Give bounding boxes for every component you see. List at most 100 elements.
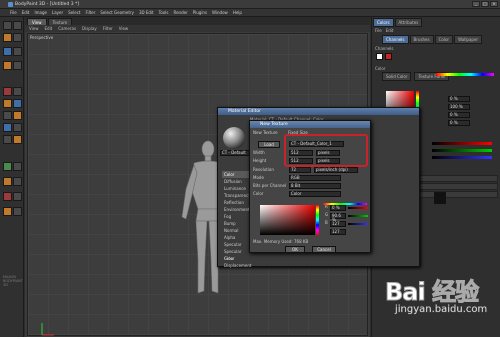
menu-render[interactable]: Render [173, 10, 187, 15]
menu-file[interactable]: File [10, 10, 17, 15]
menu-help[interactable]: Help [233, 10, 242, 15]
clone-icon[interactable] [3, 99, 12, 108]
pen-tool-icon[interactable] [13, 111, 22, 120]
channel-item[interactable]: Alpha [222, 234, 252, 241]
channel-item[interactable]: Environment [222, 206, 252, 213]
undo-icon[interactable] [3, 21, 12, 30]
vp-menu-view[interactable]: View [29, 25, 39, 32]
minimize-button[interactable]: _ [472, 1, 480, 7]
rotate-tool-icon[interactable] [13, 47, 22, 56]
b-slider[interactable] [348, 223, 368, 225]
value-2[interactable]: 100 % [448, 104, 470, 110]
channel-item[interactable]: Normal [222, 227, 252, 234]
paint-brush-icon[interactable] [3, 61, 12, 70]
bits-select[interactable]: 8 Bit [289, 183, 341, 189]
color-picker-icon[interactable] [3, 192, 12, 201]
zoom-icon[interactable] [3, 207, 12, 216]
projection-icon[interactable] [3, 162, 12, 171]
ok-button[interactable]: OK [285, 246, 305, 253]
close-button[interactable]: × [490, 1, 498, 7]
menu-select-geometry[interactable]: Select Geometry [100, 10, 134, 15]
slider-3[interactable] [432, 156, 492, 159]
eraser-icon[interactable] [13, 61, 22, 70]
resolution-input[interactable]: 72 [289, 167, 311, 173]
menu-layer[interactable]: Layer [52, 10, 63, 15]
channel-item[interactable]: Glow [222, 255, 252, 262]
tab-color[interactable]: Color [434, 35, 454, 44]
mode-select[interactable]: RGB [289, 175, 341, 181]
menu-3d-edit[interactable]: 3D Edit [139, 10, 154, 15]
menu-filter[interactable]: Filter [85, 10, 95, 15]
cancel-button[interactable]: Cancel [312, 246, 336, 253]
channel-item[interactable]: Diffusion [222, 178, 252, 185]
tab-attributes[interactable]: Attributes [394, 18, 423, 27]
g-value[interactable]: 90.6 % [330, 213, 346, 222]
move-tool-icon[interactable] [13, 33, 22, 42]
smudge-icon[interactable] [13, 99, 22, 108]
gradient-icon[interactable] [13, 87, 22, 96]
foreground-swatch[interactable] [376, 53, 383, 60]
slider-2[interactable] [432, 149, 492, 152]
material-name-field[interactable]: CT - Default [220, 150, 250, 156]
channel-item[interactable]: Fog [222, 213, 252, 220]
vp-menu-filter[interactable]: Filter [103, 25, 113, 32]
tab-brushes[interactable]: Brushes [409, 35, 434, 44]
texture-color-field[interactable] [260, 205, 315, 235]
menu-edit[interactable]: Edit [22, 10, 30, 15]
fill-bucket-icon[interactable] [3, 87, 12, 96]
point-icon[interactable] [3, 135, 12, 144]
menu-tools[interactable]: Tools [159, 10, 169, 15]
channel-item[interactable]: Luminance [222, 185, 252, 192]
color-select[interactable]: Color [289, 191, 341, 197]
texture-hue-slider[interactable] [323, 203, 367, 205]
tab-view[interactable]: View [27, 18, 47, 25]
menu-plugins[interactable]: Plugins [193, 10, 207, 15]
menu-window[interactable]: Window [212, 10, 228, 15]
select-tool-icon[interactable] [3, 33, 12, 42]
tab-colors[interactable]: Colors [373, 18, 394, 27]
extra-value[interactable]: 127 [330, 229, 346, 235]
channel-item[interactable]: Bump [222, 220, 252, 227]
g-slider[interactable] [348, 215, 368, 217]
tab-wallpaper[interactable]: Wallpaper [454, 35, 483, 44]
redo-icon[interactable] [13, 21, 22, 30]
load-button[interactable]: Load [258, 141, 280, 148]
channel-item[interactable]: Specular Color [222, 248, 252, 261]
vp-menu-cameras[interactable]: Cameras [58, 25, 76, 32]
tab-texture[interactable]: Texture [47, 18, 73, 25]
uv-icon[interactable] [13, 135, 22, 144]
background-swatch[interactable] [385, 53, 392, 60]
polygon-icon[interactable] [3, 123, 12, 132]
b-value[interactable]: 127 [330, 221, 346, 227]
r-value[interactable]: 0 % [330, 205, 346, 211]
value-1[interactable]: 0 % [448, 96, 470, 102]
menu-select[interactable]: Select [68, 10, 80, 15]
magic-wand-icon[interactable] [3, 177, 12, 186]
rp-menu-file[interactable]: File [375, 28, 382, 33]
vp-menu-view2[interactable]: View [119, 25, 129, 32]
solid-color-option[interactable]: Solid Color [382, 72, 412, 81]
tab-channels[interactable]: Channels [382, 35, 409, 44]
r-slider[interactable] [348, 207, 368, 209]
hand-icon[interactable] [13, 192, 22, 201]
camera-icon[interactable] [13, 207, 22, 216]
hue-slider[interactable] [436, 73, 494, 76]
texture-hue-bar[interactable] [316, 205, 319, 235]
edge-icon[interactable] [13, 123, 22, 132]
vp-menu-edit[interactable]: Edit [45, 25, 53, 32]
resolution-unit-select[interactable]: pixels/inch (dpi) [314, 167, 358, 173]
channel-item[interactable]: Transparency [222, 192, 252, 199]
channel-item[interactable]: Displacement [222, 262, 252, 269]
text-tool-icon[interactable] [3, 111, 12, 120]
texture-thumb-icon[interactable] [434, 192, 446, 204]
channel-item[interactable]: Color [222, 171, 252, 178]
channel-item[interactable]: Specular [222, 241, 252, 248]
value-3[interactable]: 0 % [448, 112, 470, 118]
menu-image[interactable]: Image [34, 10, 47, 15]
vp-menu-display[interactable]: Display [82, 25, 97, 32]
scale-tool-icon[interactable] [3, 47, 12, 56]
value-4[interactable]: 0 % [448, 120, 470, 126]
slider-1[interactable] [432, 142, 492, 145]
new-texture-tab[interactable]: New Texture [253, 130, 278, 136]
rp-menu-edit[interactable]: Edit [386, 28, 394, 33]
